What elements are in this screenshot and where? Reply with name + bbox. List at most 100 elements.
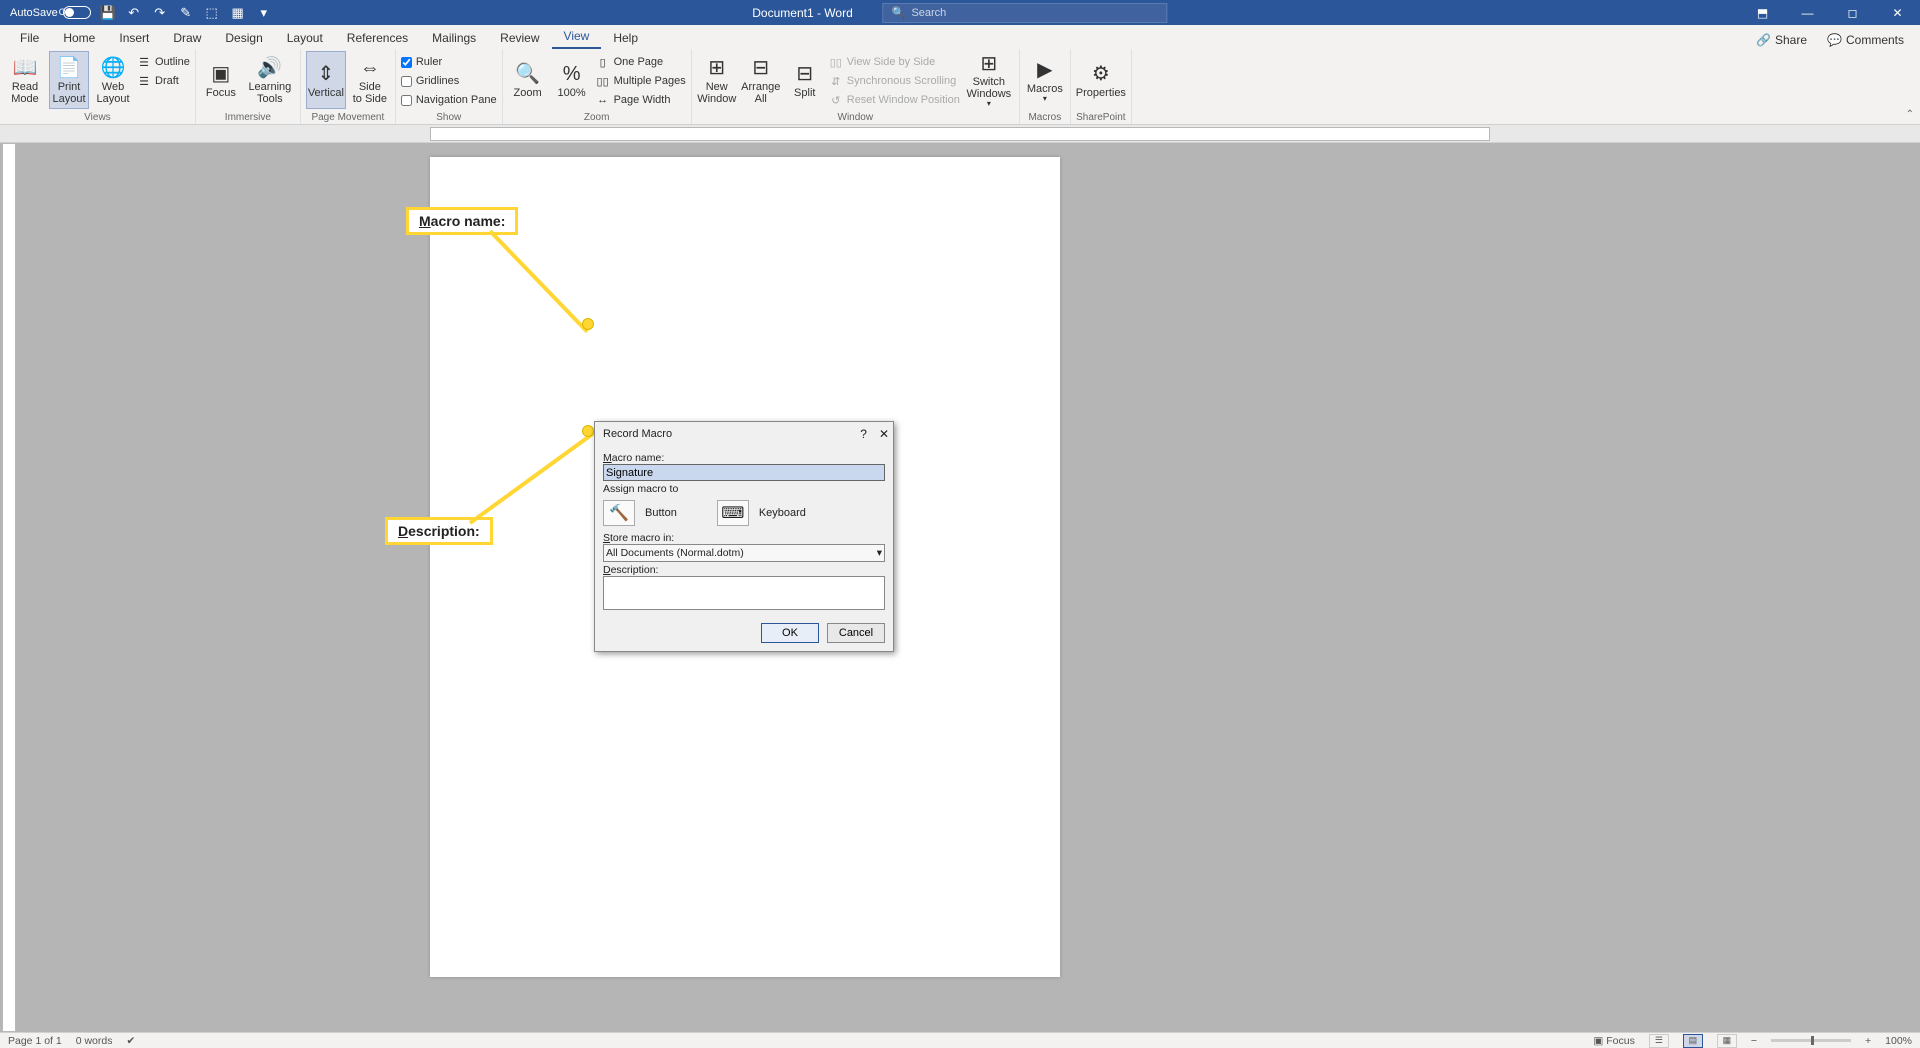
- ruler-checkbox[interactable]: Ruler: [401, 53, 497, 71]
- callout-description: Description:: [385, 517, 493, 545]
- hundred-percent-button[interactable]: %100%: [552, 51, 592, 109]
- callout-dot-2: [582, 425, 594, 437]
- page-width-icon: ↔: [596, 93, 610, 107]
- qat-icon-2[interactable]: ⬚: [203, 4, 221, 22]
- web-layout-view-icon[interactable]: ▦: [1717, 1034, 1737, 1048]
- macro-name-label: Macro name:: [603, 452, 885, 464]
- group-macros: ▶Macros▾ Macros: [1020, 49, 1071, 124]
- read-mode-button[interactable]: 📖Read Mode: [5, 51, 45, 109]
- multiple-pages-button[interactable]: ▯▯Multiple Pages: [596, 72, 686, 90]
- ruler-horizontal[interactable]: [430, 127, 1490, 141]
- ok-button[interactable]: OK: [761, 623, 819, 643]
- vertical-button[interactable]: ⇕Vertical: [306, 51, 346, 109]
- arrange-all-button[interactable]: ⊟Arrange All: [741, 51, 781, 109]
- group-show: Ruler Gridlines Navigation Pane Show: [396, 49, 503, 124]
- collapse-ribbon-icon[interactable]: ⌃: [1906, 109, 1914, 120]
- search-input[interactable]: 🔍 Search: [883, 3, 1168, 23]
- minimize-icon[interactable]: —: [1785, 0, 1830, 25]
- tab-review[interactable]: Review: [488, 27, 551, 49]
- autosave-toggle[interactable]: AutoSave Off: [10, 6, 91, 19]
- tab-mailings[interactable]: Mailings: [420, 27, 488, 49]
- group-label-zoom: Zoom: [508, 112, 686, 124]
- navigation-pane-checkbox[interactable]: Navigation Pane: [401, 91, 497, 109]
- outline-icon: ☰: [137, 55, 151, 69]
- macro-name-input[interactable]: [603, 464, 885, 481]
- switch-windows-button[interactable]: ⊞Switch Windows▾: [964, 51, 1014, 109]
- ribbon-display-icon[interactable]: ⬒: [1740, 0, 1785, 25]
- read-mode-icon: 📖: [9, 55, 41, 81]
- read-mode-view-icon[interactable]: ☰: [1649, 1034, 1669, 1048]
- print-layout-view-icon[interactable]: ▤: [1683, 1034, 1703, 1048]
- search-placeholder: Search: [911, 7, 946, 19]
- cancel-button[interactable]: Cancel: [827, 623, 885, 643]
- new-window-icon: ⊞: [701, 55, 733, 81]
- assign-macro-label: Assign macro to: [603, 483, 885, 495]
- learning-tools-button[interactable]: 🔊Learning Tools: [245, 51, 295, 109]
- tab-insert[interactable]: Insert: [107, 27, 161, 49]
- store-macro-select[interactable]: All Documents (Normal.dotm) ▾: [603, 544, 885, 562]
- group-window: ⊞New Window ⊟Arrange All ⊟Split ▯▯View S…: [692, 49, 1020, 124]
- synchronous-scrolling-button: ⇵Synchronous Scrolling: [829, 72, 960, 90]
- zoom-slider[interactable]: [1771, 1039, 1851, 1042]
- qat-icon-3[interactable]: ▦: [229, 4, 247, 22]
- save-icon[interactable]: 💾: [99, 4, 117, 22]
- tab-help[interactable]: Help: [601, 27, 650, 49]
- focus-button[interactable]: ▣Focus: [201, 51, 241, 109]
- maximize-icon[interactable]: ◻: [1830, 0, 1875, 25]
- tab-home[interactable]: Home: [51, 27, 107, 49]
- zoom-out-button[interactable]: −: [1751, 1035, 1757, 1047]
- zoom-button[interactable]: 🔍Zoom: [508, 51, 548, 109]
- description-input[interactable]: [603, 576, 885, 610]
- gridlines-checkbox[interactable]: Gridlines: [401, 72, 497, 90]
- page-width-button[interactable]: ↔Page Width: [596, 91, 686, 109]
- word-count[interactable]: 0 words: [76, 1035, 113, 1047]
- learning-tools-icon: 🔊: [254, 55, 286, 81]
- tab-file[interactable]: File: [8, 27, 51, 49]
- callout-dot-1: [582, 318, 594, 330]
- tab-references[interactable]: References: [335, 27, 420, 49]
- qat-icon-1[interactable]: ✎: [177, 4, 195, 22]
- macros-button[interactable]: ▶Macros▾: [1025, 51, 1065, 109]
- share-button[interactable]: 🔗 Share: [1750, 31, 1813, 49]
- focus-mode-button[interactable]: ▣ Focus: [1593, 1035, 1634, 1047]
- tab-layout[interactable]: Layout: [275, 27, 335, 49]
- comments-button[interactable]: 💬 Comments: [1821, 31, 1910, 49]
- tab-design[interactable]: Design: [213, 27, 274, 49]
- group-label-show: Show: [401, 112, 497, 124]
- split-button[interactable]: ⊟Split: [785, 51, 825, 109]
- split-icon: ⊟: [789, 61, 821, 87]
- autosave-label: AutoSave: [10, 7, 58, 19]
- close-icon[interactable]: ✕: [1875, 0, 1920, 25]
- group-page-movement: ⇕Vertical ⇔Side to Side Page Movement: [301, 49, 396, 124]
- web-layout-icon: 🌐: [97, 55, 129, 81]
- page-status[interactable]: Page 1 of 1: [8, 1035, 62, 1047]
- tab-draw[interactable]: Draw: [161, 27, 213, 49]
- properties-button[interactable]: ⚙Properties: [1076, 51, 1126, 109]
- store-macro-label: Store macro in:: [603, 532, 885, 544]
- zoom-level[interactable]: 100%: [1885, 1035, 1912, 1047]
- assign-button-option[interactable]: 🔨 Button: [603, 500, 677, 526]
- new-window-button[interactable]: ⊞New Window: [697, 51, 737, 109]
- zoom-in-button[interactable]: +: [1865, 1035, 1871, 1047]
- one-page-button[interactable]: ▯One Page: [596, 53, 686, 71]
- outline-button[interactable]: ☰Outline: [137, 53, 190, 71]
- properties-icon: ⚙: [1085, 61, 1117, 87]
- qat-customize-icon[interactable]: ▾: [255, 4, 273, 22]
- print-layout-button[interactable]: 📄Print Layout: [49, 51, 89, 109]
- dialog-close-icon[interactable]: ✕: [879, 427, 889, 441]
- assign-keyboard-option[interactable]: ⌨ Keyboard: [717, 500, 806, 526]
- draft-button[interactable]: ☰Draft: [137, 72, 190, 90]
- tab-view[interactable]: View: [552, 25, 602, 49]
- zoom-icon: 🔍: [512, 61, 544, 87]
- ruler-vertical[interactable]: [2, 143, 16, 1032]
- side-to-side-button[interactable]: ⇔Side to Side: [350, 51, 390, 109]
- dialog-titlebar[interactable]: Record Macro ? ✕: [595, 422, 893, 446]
- web-layout-button[interactable]: 🌐Web Layout: [93, 51, 133, 109]
- group-label-page-movement: Page Movement: [306, 112, 390, 124]
- undo-icon[interactable]: ↶: [125, 4, 143, 22]
- dialog-help-icon[interactable]: ?: [860, 427, 867, 441]
- spell-check-icon[interactable]: ✔: [126, 1035, 135, 1047]
- redo-icon[interactable]: ↷: [151, 4, 169, 22]
- ribbon-tabs: File Home Insert Draw Design Layout Refe…: [0, 25, 1920, 49]
- dialog-title: Record Macro: [603, 428, 672, 440]
